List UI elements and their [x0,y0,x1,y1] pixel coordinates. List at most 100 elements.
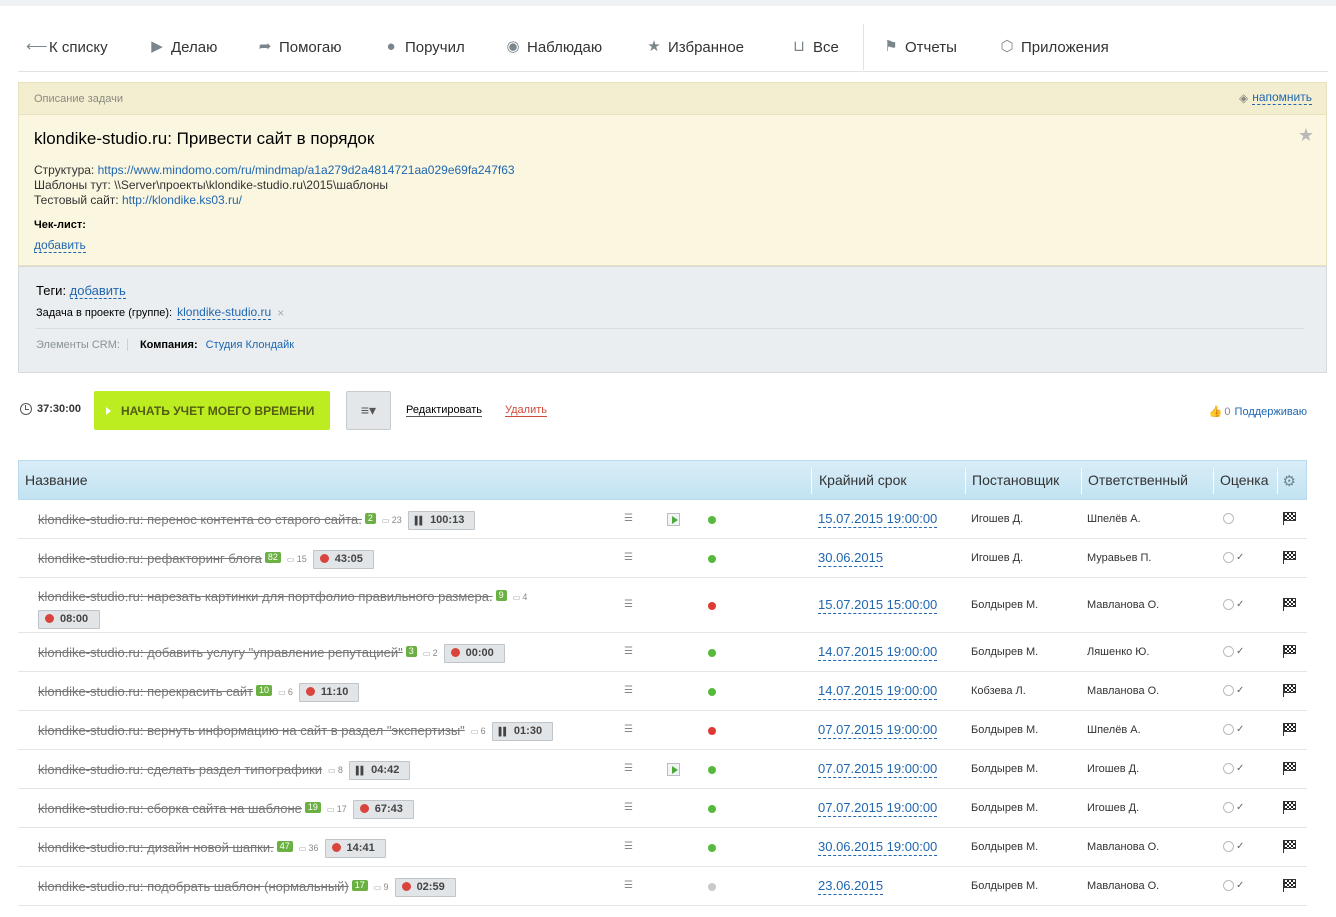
time-spent-button[interactable]: 02:59 [394,878,456,897]
row-menu-icon[interactable]: ☰ [624,841,633,852]
checkered-flag-icon[interactable] [1283,723,1296,736]
responsible-name[interactable]: Шпелёв А. [1087,724,1141,736]
mark-control[interactable]: ✓ [1223,763,1244,774]
checkered-flag-icon[interactable] [1283,645,1296,658]
table-row[interactable]: klondike-studio.ru: сборка сайта на шабл… [18,789,1307,828]
remind-link[interactable]: ◈ напомнить [1239,90,1312,105]
checkered-flag-icon[interactable] [1283,840,1296,853]
nav-item-helping[interactable]: ➦ Помогаю [256,36,342,58]
deadline-link[interactable]: 30.06.2015 19:00:00 [818,839,938,856]
back-to-list-link[interactable]: ⟵ К списку [26,36,108,58]
creator-name[interactable]: Болдырев М. [971,880,1038,892]
more-actions-menu-button[interactable]: ≡▾ [346,391,391,430]
mark-control[interactable]: ✓ [1223,552,1244,563]
nav-item-reports[interactable]: ⚑ Отчеты [882,36,957,58]
nav-item-all[interactable]: ⊔ Все [790,36,839,58]
time-spent-button[interactable]: ▌▌ 01:30 [491,722,554,741]
checkered-flag-icon[interactable] [1283,762,1296,775]
deadline-link[interactable]: 23.06.2015 [818,878,884,895]
mark-control[interactable]: ✓ [1223,802,1244,813]
task-title-link[interactable]: klondike-studio.ru: рефакторинг блога [38,551,262,566]
task-title-link[interactable]: klondike-studio.ru: подобрать шаблон (но… [38,879,349,894]
crm-company-link[interactable]: Студия Клондайк [206,339,294,351]
column-header-deadline[interactable]: Крайний срок [819,472,907,488]
task-title-link[interactable]: klondike-studio.ru: сделать раздел типог… [38,762,322,777]
responsible-name[interactable]: Мавланова О. [1087,685,1159,697]
start-task-play-icon[interactable] [667,763,680,776]
edit-link[interactable]: Редактировать [406,404,482,417]
remove-project-icon[interactable]: × [277,306,284,320]
time-spent-button[interactable]: 11:10 [298,683,360,702]
support-control[interactable]: 👍 0 Поддерживаю [1209,405,1307,419]
task-title-link[interactable]: klondike-studio.ru: перекрасить сайт [38,684,253,699]
table-row[interactable]: klondike-studio.ru: рефакторинг блога82 1… [18,539,1307,578]
test-site-link[interactable]: http://klondike.ks03.ru/ [122,193,242,207]
mark-control[interactable]: ✓ [1223,685,1244,696]
task-title-link[interactable]: klondike-studio.ru: нарезать картинки дл… [38,589,493,604]
time-spent-button[interactable]: 67:43 [352,800,414,819]
checkered-flag-icon[interactable] [1283,879,1296,892]
start-task-play-icon[interactable] [667,513,680,526]
deadline-link[interactable]: 15.07.2015 19:00:00 [818,511,938,528]
responsible-name[interactable]: Мавланова О. [1087,841,1159,853]
time-spent-button[interactable]: 43:05 [312,550,374,569]
time-spent-button[interactable]: ▌▌ 100:13 [407,511,476,530]
gear-icon[interactable]: ⚙ [1283,472,1296,490]
creator-name[interactable]: Болдырев М. [971,599,1038,611]
creator-name[interactable]: Болдырев М. [971,763,1038,775]
nav-item-apps[interactable]: ⬡ Приложения [998,36,1108,58]
start-time-tracking-button[interactable]: НАЧАТЬ УЧЕТ МОЕГО ВРЕМЕНИ [94,391,330,430]
table-row[interactable]: klondike-studio.ru: перекрасить сайт10 6 1… [18,672,1307,711]
nav-item-doing[interactable]: ▶ Делаю [148,36,217,58]
tags-add-link[interactable]: добавить [69,283,126,299]
responsible-name[interactable]: Игошев Д. [1087,763,1139,775]
creator-name[interactable]: Игошев Д. [971,513,1023,525]
row-menu-icon[interactable]: ☰ [624,880,633,891]
checkered-flag-icon[interactable] [1283,801,1296,814]
mark-control[interactable] [1223,513,1236,524]
table-row[interactable]: klondike-studio.ru: нарезать картинки дл… [18,578,1307,633]
row-menu-icon[interactable]: ☰ [624,802,633,813]
row-menu-icon[interactable]: ☰ [624,685,633,696]
responsible-name[interactable]: Мавланова О. [1087,599,1159,611]
column-header-responsible[interactable]: Ответственный [1088,472,1188,488]
column-header-creator[interactable]: Постановщик [972,472,1059,488]
responsible-name[interactable]: Шпелёв А. [1087,513,1141,525]
time-spent-button[interactable]: ▌▌ 04:42 [348,761,411,780]
responsible-name[interactable]: Муравьев П. [1087,552,1151,564]
nav-item-watching[interactable]: ◉ Наблюдаю [504,36,602,58]
creator-name[interactable]: Болдырев М. [971,802,1038,814]
checkered-flag-icon[interactable] [1283,598,1296,611]
responsible-name[interactable]: Игошев Д. [1087,802,1139,814]
task-title-link[interactable]: klondike-studio.ru: перенос контента со … [38,512,362,527]
creator-name[interactable]: Болдырев М. [971,646,1038,658]
responsible-name[interactable]: Мавланова О. [1087,880,1159,892]
checklist-add-link[interactable]: добавить [34,238,86,253]
table-row[interactable]: klondike-studio.ru: вернуть информацию н… [18,711,1307,750]
checkered-flag-icon[interactable] [1283,684,1296,697]
column-header-name[interactable]: Название [25,472,88,488]
structure-link[interactable]: https://www.mindomo.com/ru/mindmap/a1a27… [98,163,515,177]
task-title-link[interactable]: klondike-studio.ru: дизайн новой шапки. [38,840,274,855]
creator-name[interactable]: Игошев Д. [971,552,1023,564]
project-link[interactable]: klondike-studio.ru [177,305,272,320]
mark-control[interactable]: ✓ [1223,646,1244,657]
checkered-flag-icon[interactable] [1283,551,1296,564]
table-row[interactable]: klondike-studio.ru: сделать раздел типог… [18,750,1307,789]
delete-link[interactable]: Удалить [505,404,547,417]
deadline-link[interactable]: 14.07.2015 19:00:00 [818,683,938,700]
time-spent-button[interactable]: 00:00 [443,644,505,663]
time-spent-button[interactable]: 14:41 [324,839,386,858]
deadline-link[interactable]: 30.06.2015 [818,550,884,567]
responsible-name[interactable]: Ляшенко Ю. [1087,646,1149,658]
row-menu-icon[interactable]: ☰ [624,763,633,774]
task-title-link[interactable]: klondike-studio.ru: сборка сайта на шабл… [38,801,302,816]
mark-control[interactable]: ✓ [1223,880,1244,891]
task-title-link[interactable]: klondike-studio.ru: добавить услугу "упр… [38,645,403,660]
favorite-star-icon[interactable]: ★ [1298,125,1314,146]
time-spent-button[interactable]: 08:00 [38,610,100,629]
checkered-flag-icon[interactable] [1283,512,1296,525]
table-row[interactable]: klondike-studio.ru: добавить услугу "упр… [18,633,1307,672]
creator-name[interactable]: Болдырев М. [971,724,1038,736]
row-menu-icon[interactable]: ☰ [624,646,633,657]
